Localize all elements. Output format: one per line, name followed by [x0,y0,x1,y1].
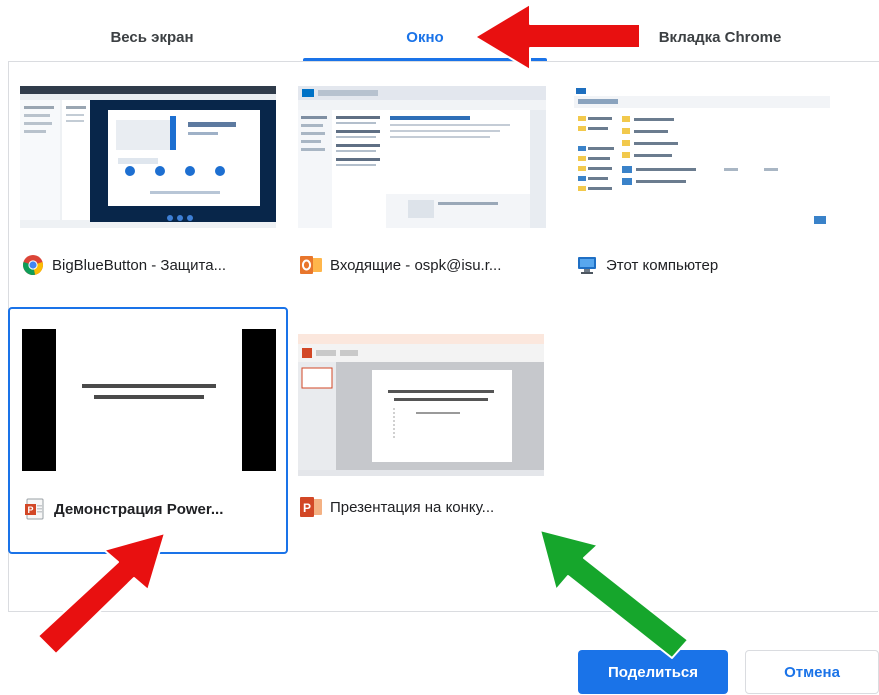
window-tile-powerpoint-slideshow[interactable]: P Демонстрация Power... [8,307,288,554]
chrome-icon [22,254,44,276]
window-tile-powerpoint-editor[interactable]: P Презентация на конку... [292,320,552,530]
window-label: P Демонстрация Power... [24,498,223,520]
powerpoint-show-icon: P [24,498,46,520]
window-title: Презентация на конку... [330,498,495,516]
window-tile-outlook[interactable]: Входящие - ospk@isu.r... [292,80,552,292]
window-thumbnail [298,86,546,228]
window-label: BigBlueButton - Защита... [22,254,226,276]
svg-text:P: P [28,505,34,515]
window-tile-this-pc[interactable]: Этот компьютер [560,80,830,292]
tab-window[interactable]: Окно [303,0,547,62]
tab-entire-screen[interactable]: Весь экран [30,0,274,62]
window-title: Этот компьютер [606,256,719,274]
window-label: Входящие - ospk@isu.r... [300,254,501,276]
cancel-button[interactable]: Отмена [745,650,879,694]
window-title: Входящие - ospk@isu.r... [330,256,502,274]
window-label: P Презентация на конку... [300,496,494,518]
window-thumbnail [20,86,276,228]
powerpoint-icon: P [300,496,322,518]
tab-chrome-tab[interactable]: Вкладка Chrome [598,0,842,62]
computer-icon [576,254,598,276]
svg-text:P: P [303,501,311,515]
share-button[interactable]: Поделиться [578,650,728,694]
source-tabs: Весь экран Окно Вкладка Chrome [0,0,879,62]
window-title: Демонстрация Power... [54,500,224,518]
window-thumbnail [298,334,544,476]
window-tile-bigbluebutton[interactable]: BigBlueButton - Защита... [14,80,284,292]
window-label: Этот компьютер [576,254,718,276]
window-thumbnail [22,329,276,471]
outlook-icon [300,254,322,276]
window-title: BigBlueButton - Защита... [52,256,227,274]
window-thumbnail [574,86,830,228]
